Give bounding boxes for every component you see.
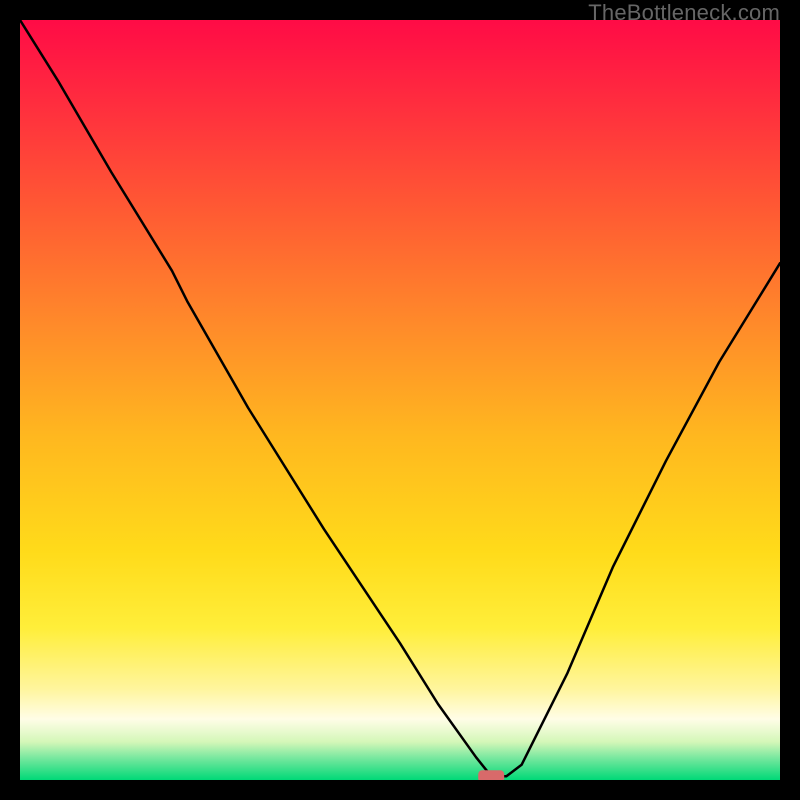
chart-container: TheBottleneck.com <box>0 0 800 800</box>
gradient-background <box>20 20 780 780</box>
optimal-marker <box>478 770 504 780</box>
plot-frame <box>20 20 780 780</box>
bottleneck-chart <box>20 20 780 780</box>
